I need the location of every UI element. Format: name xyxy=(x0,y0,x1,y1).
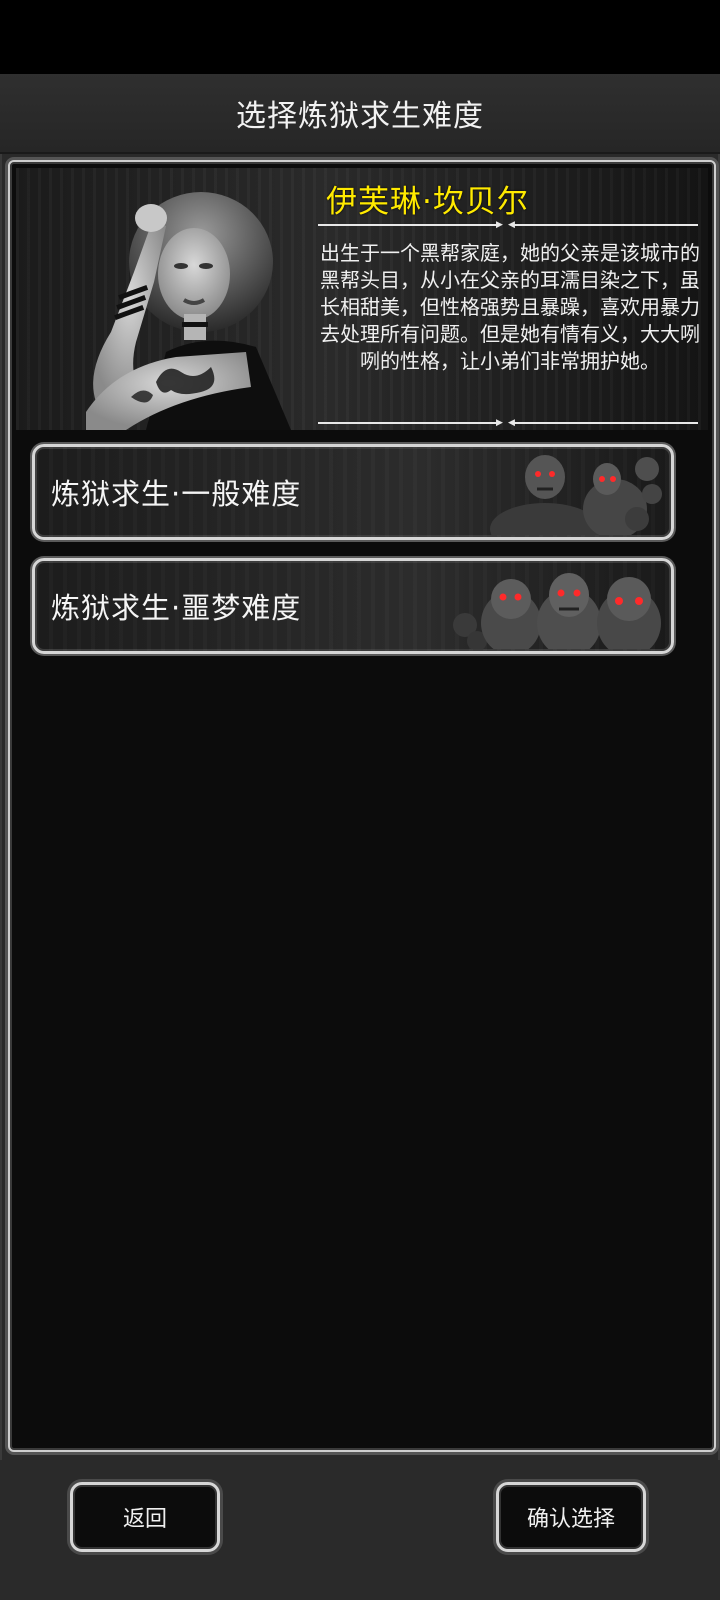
difficulty-select-screen: 选择炼狱求生难度 伊芙琳·坎贝尔 ▶ ◀ 出生于一个黑帮家庭，她的父亲是该城市的… xyxy=(0,74,720,1600)
difficulty-label: 炼狱求生·噩梦难度 xyxy=(51,591,302,625)
confirm-button[interactable]: 确认选择 xyxy=(496,1482,646,1552)
content-panel: 伊芙琳·坎贝尔 ▶ ◀ 出生于一个黑帮家庭，她的父亲是该城市的黑帮头目，从小在父… xyxy=(8,160,716,1452)
zombie-artwork xyxy=(453,573,661,649)
character-description: 出生于一个黑帮家庭，她的父亲是该城市的黑帮头目，从小在父亲的耳濡目染之下，虽长相… xyxy=(320,241,700,373)
page-title: 选择炼狱求生难度 xyxy=(0,74,720,154)
name-divider: ▶ ◀ xyxy=(318,220,698,230)
character-name: 伊芙琳·坎贝尔 xyxy=(326,184,529,220)
footer-bar: 返回 确认选择 xyxy=(0,1460,720,1600)
back-button[interactable]: 返回 xyxy=(70,1482,220,1552)
description-divider: ▶ ◀ xyxy=(318,418,698,428)
zombie-artwork xyxy=(490,455,662,535)
difficulty-normal-button[interactable]: 炼狱求生·一般难度 xyxy=(32,444,674,540)
character-portrait xyxy=(86,192,291,430)
difficulty-nightmare-button[interactable]: 炼狱求生·噩梦难度 xyxy=(32,558,674,654)
status-bar xyxy=(0,0,720,74)
difficulty-label: 炼狱求生·一般难度 xyxy=(51,477,302,511)
character-card: 伊芙琳·坎贝尔 ▶ ◀ 出生于一个黑帮家庭，她的父亲是该城市的黑帮头目，从小在父… xyxy=(16,168,708,430)
